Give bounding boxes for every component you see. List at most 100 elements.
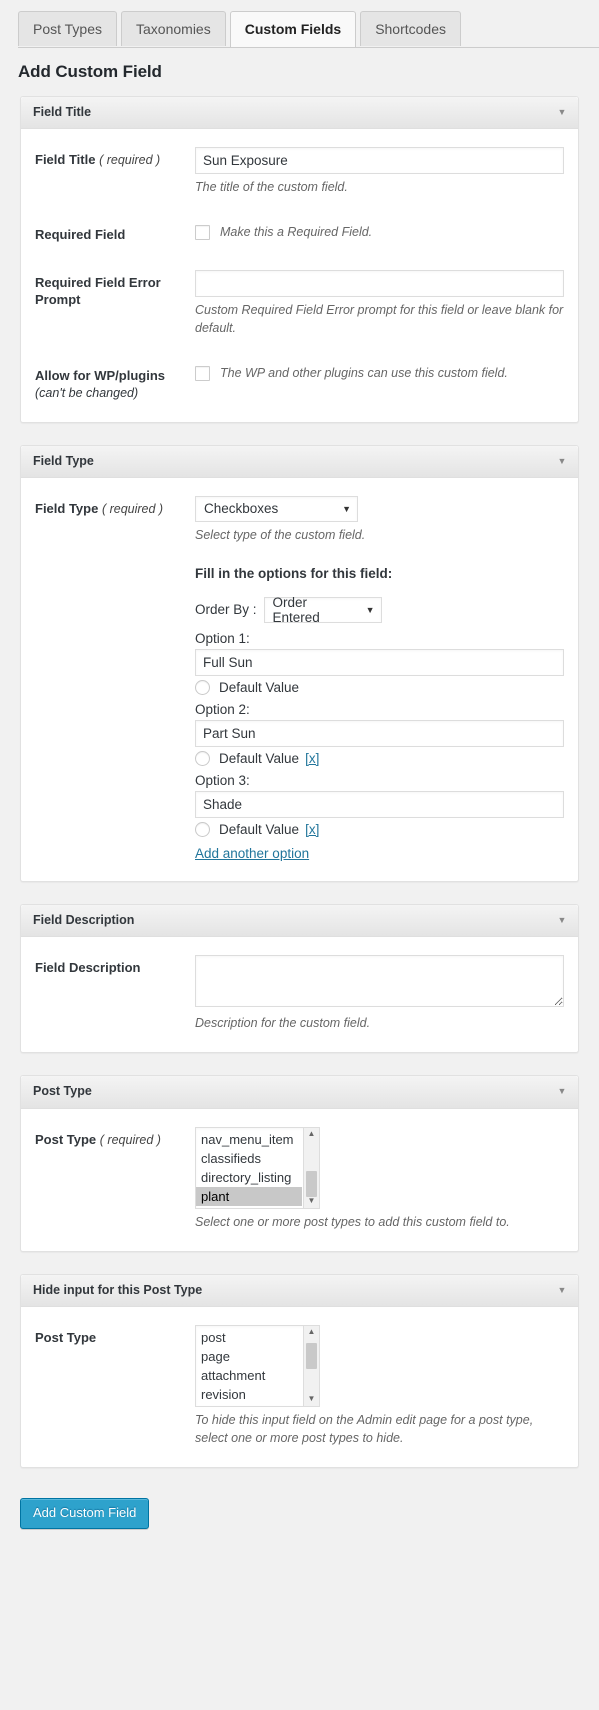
remove-option-link[interactable]: [x] bbox=[305, 751, 319, 766]
panel-hide-post-type-body: Post Type post page attachment revision … bbox=[21, 1307, 578, 1467]
order-by-select[interactable]: Order Entered ▼ bbox=[263, 594, 382, 625]
required-note: ( required ) bbox=[99, 1132, 161, 1147]
required-note: ( required ) bbox=[99, 153, 161, 168]
tab-label: Taxonomies bbox=[136, 21, 211, 37]
post-type-listbox[interactable]: nav_menu_item classifieds directory_list… bbox=[195, 1126, 320, 1209]
row-allow-wp: Allow for WP/plugins (can't be changed) … bbox=[35, 363, 564, 401]
triangle-down-icon[interactable]: ▼ bbox=[308, 1393, 316, 1406]
row-field-title: Field Title ( required ) The title of th… bbox=[35, 147, 564, 196]
panel-hide-post-type: Hide input for this Post Type ▼ Post Typ… bbox=[20, 1273, 579, 1469]
panel-header-label: Field Title bbox=[33, 105, 92, 119]
allow-wp-checkbox[interactable] bbox=[195, 366, 210, 382]
scrollbar-thumb[interactable] bbox=[306, 1342, 317, 1369]
chevron-down-icon[interactable]: ▼ bbox=[554, 1083, 570, 1099]
add-custom-field-button[interactable]: Add Custom Field bbox=[20, 1498, 150, 1529]
field-type-label: Field Type bbox=[35, 500, 99, 516]
post-type-listbox-options: nav_menu_item classifieds directory_list… bbox=[196, 1130, 319, 1206]
hide-post-type-hint: To hide this input field on the Admin ed… bbox=[195, 1412, 534, 1446]
panel-post-type-body: Post Type ( required ) nav_menu_item cla… bbox=[21, 1109, 578, 1251]
required-field-label: Required Field bbox=[35, 227, 126, 243]
panel-field-title: Field Title ▼ Field Title ( required ) T… bbox=[20, 96, 579, 423]
tab-custom-fields[interactable]: Custom Fields bbox=[229, 11, 357, 47]
option-label: Option 2: bbox=[195, 701, 250, 717]
field-title-input[interactable] bbox=[195, 147, 564, 175]
order-by-selected-value: Order Entered bbox=[272, 594, 320, 625]
tab-label: Custom Fields bbox=[244, 21, 342, 37]
option-label: Option 3: bbox=[195, 772, 250, 788]
hide-post-type-label: Post Type bbox=[35, 1329, 97, 1345]
required-field-checkbox-line: Make this a Required Field. bbox=[195, 222, 564, 242]
chevron-down-icon[interactable]: ▼ bbox=[554, 453, 570, 469]
panel-post-type: Post Type ▼ Post Type ( required ) nav_m… bbox=[20, 1075, 579, 1252]
default-value-label: Default Value bbox=[219, 750, 300, 766]
post-type-scrollbar[interactable]: ▲ ▼ bbox=[303, 1127, 319, 1208]
list-item[interactable]: attachment bbox=[196, 1366, 302, 1385]
list-item[interactable]: page bbox=[196, 1347, 302, 1366]
panel-header-label: Field Description bbox=[33, 912, 135, 927]
field-title-hint: The title of the custom field. bbox=[195, 180, 348, 195]
required-field-checkbox[interactable] bbox=[195, 225, 210, 241]
hide-post-type-scrollbar[interactable]: ▲ ▼ bbox=[303, 1325, 319, 1406]
scrollbar-thumb[interactable] bbox=[306, 1170, 317, 1197]
triangle-up-icon[interactable]: ▲ bbox=[308, 1128, 316, 1141]
row-hide-post-type: Post Type post page attachment revision … bbox=[35, 1324, 564, 1447]
option-value-input[interactable] bbox=[195, 719, 564, 747]
list-item[interactable]: classifieds bbox=[196, 1149, 302, 1168]
row-label: Field Type ( required ) bbox=[35, 496, 195, 518]
list-item[interactable]: revision bbox=[196, 1385, 302, 1404]
field-type-selected-value: Checkboxes bbox=[204, 501, 279, 517]
chevron-down-icon[interactable]: ▼ bbox=[554, 1282, 570, 1298]
panel-post-type-header: Post Type ▼ bbox=[21, 1076, 578, 1109]
required-field-checkbox-label: Make this a Required Field. bbox=[220, 225, 373, 240]
error-prompt-input[interactable] bbox=[195, 269, 564, 297]
tab-taxonomies[interactable]: Taxonomies bbox=[121, 11, 226, 46]
list-item[interactable]: plant bbox=[196, 1186, 302, 1206]
row-label: Post Type bbox=[35, 1325, 195, 1347]
panel-field-description-header: Field Description ▼ bbox=[21, 904, 578, 938]
tab-label: Shortcodes bbox=[375, 21, 447, 37]
default-value-radio[interactable] bbox=[195, 679, 210, 695]
row-label: Post Type ( required ) bbox=[35, 1127, 195, 1149]
hide-post-type-listbox[interactable]: post page attachment revision ▲ ▼ bbox=[195, 1324, 320, 1407]
option-group: Option 1: Default Value bbox=[195, 631, 564, 695]
field-type-select[interactable]: Checkboxes ▼ bbox=[195, 495, 358, 522]
row-field-type: Field Type ( required ) Checkboxes ▼ Sel… bbox=[35, 495, 564, 861]
triangle-up-icon[interactable]: ▲ bbox=[308, 1326, 316, 1339]
panel-header-label: Field Type bbox=[33, 453, 94, 468]
post-type-hint: Select one or more post types to add thi… bbox=[195, 1214, 510, 1229]
option-label: Option 1: bbox=[195, 630, 250, 646]
field-description-textarea[interactable] bbox=[195, 955, 564, 1008]
row-field: The title of the custom field. bbox=[195, 147, 564, 196]
list-item[interactable]: directory_listing bbox=[196, 1168, 302, 1187]
post-type-label: Post Type bbox=[35, 1131, 97, 1147]
default-value-radio[interactable] bbox=[195, 821, 210, 837]
tab-post-types[interactable]: Post Types bbox=[18, 11, 118, 46]
row-label: Field Title ( required ) bbox=[35, 147, 195, 169]
allow-wp-label: Allow for WP/plugins bbox=[35, 368, 165, 384]
row-field: post page attachment revision ▲ ▼ To hid… bbox=[195, 1324, 564, 1447]
field-type-hint: Select type of the custom field. bbox=[195, 527, 366, 542]
panel-field-type: Field Type ▼ Field Type ( required ) Che… bbox=[20, 444, 579, 882]
add-another-option-link[interactable]: Add another option bbox=[195, 846, 309, 861]
row-post-type: Post Type ( required ) nav_menu_item cla… bbox=[35, 1126, 564, 1231]
hide-post-type-listbox-options: post page attachment revision bbox=[196, 1328, 319, 1404]
list-item[interactable]: nav_menu_item bbox=[196, 1130, 302, 1149]
required-note: ( required ) bbox=[101, 501, 164, 516]
row-field: The WP and other plugins can use this cu… bbox=[195, 363, 564, 383]
row-required-field: Required Field Make this a Required Fiel… bbox=[35, 222, 564, 244]
row-error-prompt: Required Field Error Prompt Custom Requi… bbox=[35, 269, 564, 337]
chevron-down-icon[interactable]: ▼ bbox=[554, 912, 570, 928]
tab-shortcodes[interactable]: Shortcodes bbox=[360, 11, 462, 46]
chevron-down-icon: ▼ bbox=[342, 503, 351, 514]
row-field: nav_menu_item classifieds directory_list… bbox=[195, 1126, 564, 1231]
chevron-down-icon[interactable]: ▼ bbox=[554, 104, 570, 120]
option-value-input[interactable] bbox=[195, 790, 564, 818]
option-group: Option 3: Default Value [x] bbox=[195, 773, 564, 837]
list-item[interactable]: post bbox=[196, 1328, 302, 1347]
tab-label: Post Types bbox=[33, 21, 103, 37]
allow-wp-sub-label: (can't be changed) bbox=[35, 385, 139, 400]
option-value-input[interactable] bbox=[195, 648, 564, 676]
row-field: Description for the custom field. bbox=[195, 955, 564, 1032]
default-value-radio[interactable] bbox=[195, 750, 210, 766]
remove-option-link[interactable]: [x] bbox=[305, 822, 319, 837]
